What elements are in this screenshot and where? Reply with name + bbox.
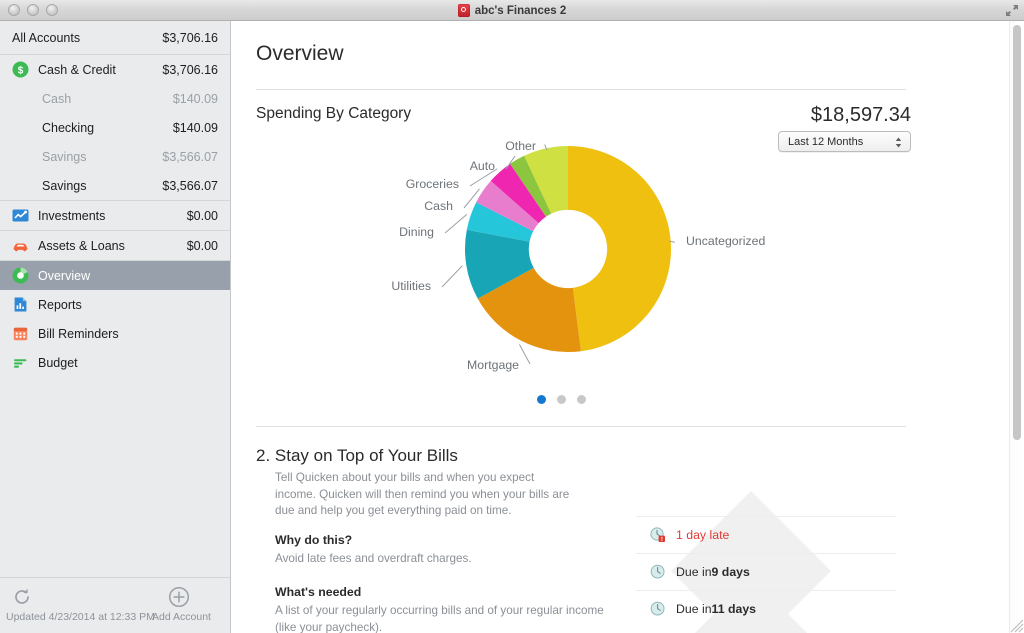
chart-line-icon	[12, 207, 29, 224]
sidebar-account-amount: $0.00	[186, 208, 218, 223]
donut-label-utilities: Utilities	[391, 279, 431, 293]
sidebar-item-bill-reminders[interactable]: Bill Reminders	[0, 319, 230, 348]
sidebar-item-budget[interactable]: Budget	[0, 348, 230, 377]
donut-label-uncategorized: Uncategorized	[686, 234, 765, 248]
sidebar-account-label: Savings	[42, 149, 87, 164]
sidebar-item-reports[interactable]: Reports	[0, 290, 230, 319]
sidebar-account-label: Cash	[42, 91, 72, 106]
donut-label-other: Other	[505, 139, 536, 153]
sidebar-account-amount: $140.09	[172, 91, 218, 106]
window-title: abc's Finances 2	[474, 4, 567, 17]
quicken-app-icon	[457, 4, 470, 17]
bills-due-list: 1 day late Due in 9 days Due in 11 days	[636, 516, 896, 633]
donut-label-dining: Dining	[399, 225, 434, 239]
sidebar-account-label: Investments	[38, 208, 106, 223]
sidebar-nav-label: Reports	[38, 297, 82, 312]
sidebar-footer: Updated 4/23/2014 at 12:33 PM Add Accoun…	[0, 577, 230, 633]
donut-leader-line	[441, 265, 463, 288]
window-title-group: abc's Finances 2	[0, 0, 1024, 21]
bills-intro-text: Tell Quicken about your bills and when y…	[275, 471, 570, 517]
sidebar-subheader-savings[interactable]: Savings $3,566.07	[0, 142, 230, 171]
calendar-icon	[12, 325, 29, 342]
sidebar-item-checking[interactable]: Checking $140.09	[0, 113, 230, 142]
pagination-dot-2[interactable]	[556, 395, 566, 404]
divider	[256, 426, 906, 427]
sidebar-account-amount: $3,566.07	[162, 149, 218, 164]
sidebar-item-overview[interactable]: Overview	[0, 261, 230, 290]
bills-needed-heading: What's needed	[275, 585, 362, 599]
plus-circle-icon[interactable]	[168, 586, 190, 608]
bill-text: 1 day late	[676, 528, 730, 542]
donut-leader-line	[518, 344, 531, 365]
bill-row[interactable]: Due in 11 days	[636, 590, 896, 627]
last-updated-text: Updated 4/23/2014 at 12:33 PM	[6, 611, 155, 623]
title-bar: abc's Finances 2	[0, 0, 1024, 21]
refresh-icon[interactable]	[12, 587, 32, 607]
donut-leader-line	[444, 213, 468, 234]
sidebar-account-label: Assets & Loans	[38, 238, 125, 253]
overview-icon	[12, 267, 29, 284]
sidebar-item-investments[interactable]: Investments $0.00	[0, 201, 230, 230]
spending-donut-chart[interactable]: Uncategorized Mortgage Utilities Dining Cash…	[231, 133, 1009, 388]
bills-why-text: Avoid late fees and overdraft charges.	[275, 552, 472, 565]
clock-icon	[650, 564, 666, 580]
spending-total: $18,597.34	[810, 104, 911, 126]
carousel-pagination	[231, 395, 891, 404]
donut-chart-svg: Uncategorized Mortgage Utilities Dining Cash…	[391, 139, 765, 372]
sidebar-account-label: Checking	[42, 120, 95, 135]
scrollbar-thumb[interactable]	[1013, 25, 1021, 440]
sidebar-account-amount: $3,566.07	[162, 178, 218, 193]
sidebar-account-label: Cash & Credit	[38, 62, 116, 77]
donut-label-mortgage: Mortgage	[467, 358, 519, 372]
donut-segment-uncategorized[interactable]	[568, 146, 672, 352]
pagination-dot-1[interactable]	[536, 395, 546, 404]
donut-label-groceries: Groceries	[406, 177, 459, 191]
car-icon	[12, 237, 29, 254]
bill-days: 9 days	[711, 565, 750, 579]
add-account-label[interactable]: Add Account	[152, 611, 211, 623]
reports-icon	[12, 296, 29, 313]
sidebar-account-amount: $0.00	[186, 238, 218, 253]
page-title: Overview	[256, 42, 344, 65]
sidebar-account-amount: $140.09	[172, 120, 218, 135]
resize-handle[interactable]	[1010, 619, 1024, 633]
sidebar-account-label: Savings	[42, 178, 87, 193]
sidebar-subheader-cash[interactable]: Cash $140.09	[0, 84, 230, 113]
sidebar: All Accounts $3,706.16 $ Cash & Credit $…	[0, 21, 231, 633]
budget-icon	[12, 354, 29, 371]
sidebar-nav-label: Bill Reminders	[38, 326, 119, 341]
all-accounts-label: All Accounts	[12, 30, 81, 45]
donut-label-auto: Auto	[470, 159, 495, 173]
sidebar-item-all-accounts[interactable]: All Accounts $3,706.16	[0, 21, 230, 54]
bills-heading: 2. Stay on Top of Your Bills	[256, 446, 458, 465]
sidebar-nav-label: Overview	[38, 268, 91, 283]
donut-label-cash: Cash	[424, 199, 453, 213]
spending-section-title: Spending By Category	[256, 105, 412, 122]
bill-prefix: Due in	[676, 602, 712, 616]
fullscreen-icon[interactable]	[1004, 3, 1020, 18]
pagination-dot-3[interactable]	[576, 395, 586, 404]
main-content: Overview Spending By Category $18,597.34…	[231, 21, 1009, 633]
svg-text:$: $	[18, 65, 24, 76]
bills-needed-text: A list of your regularly occurring bills…	[275, 604, 604, 633]
sidebar-item-assets-and-loans[interactable]: Assets & Loans $0.00	[0, 231, 230, 260]
bill-days: 11 days	[711, 602, 756, 616]
all-accounts-amount: $3,706.16	[162, 30, 218, 45]
sidebar-item-cash-and-credit[interactable]: $ Cash & Credit $3,706.16	[0, 55, 230, 84]
app-window: abc's Finances 2 All Accounts $3,706.16 …	[0, 0, 1024, 633]
sidebar-item-savings[interactable]: Savings $3,566.07	[0, 171, 230, 200]
sidebar-account-amount: $3,706.16	[162, 62, 218, 77]
sidebar-nav-label: Budget	[38, 355, 78, 370]
divider	[256, 89, 906, 90]
clock-icon	[650, 601, 666, 617]
bill-prefix: Due in	[676, 565, 712, 579]
dollar-circle-icon: $	[12, 61, 29, 78]
vertical-scrollbar[interactable]	[1009, 21, 1024, 633]
bills-why-heading: Why do this?	[275, 533, 353, 547]
bill-row[interactable]: Due in 9 days	[636, 553, 896, 590]
bill-row[interactable]: 1 day late	[636, 516, 896, 553]
clock-alert-icon	[650, 527, 666, 543]
